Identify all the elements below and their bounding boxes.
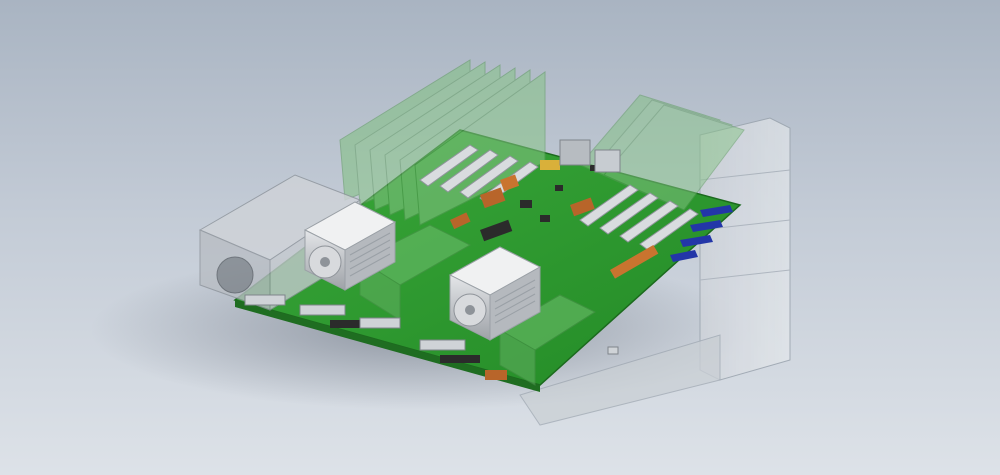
motherboard-render	[90, 59, 791, 426]
side-port	[607, 346, 619, 355]
render-viewport	[0, 0, 1000, 475]
